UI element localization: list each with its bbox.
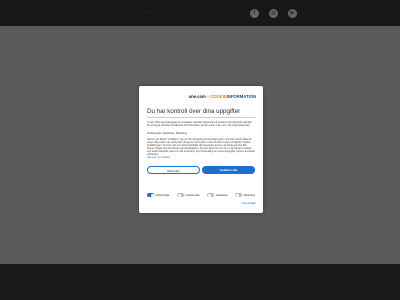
toggle-functional[interactable]: Funktionella (177, 193, 200, 197)
toggle-necessary[interactable]: Nödvändiga (147, 193, 169, 197)
purpose-toggles: Nödvändiga Funktionella Statistiska Mark… (147, 192, 255, 198)
cookie-info-link[interactable]: Läs mer om cookies (147, 156, 170, 159)
instagram-icon[interactable]: ◎ (269, 9, 278, 18)
divider (147, 117, 255, 118)
toggle-switch[interactable] (207, 193, 215, 197)
nav-dots: · · · (146, 10, 159, 16)
toggle-label: Funktionella (185, 193, 200, 197)
dialog-title: Du har kontroll över dina uppgifter (147, 108, 241, 115)
toggle-switch[interactable] (147, 193, 154, 197)
cookie-link-row: Läs mer om cookies (147, 156, 255, 159)
partner-logo-a: COOKIE (210, 94, 227, 99)
facebook-icon[interactable]: f (250, 9, 259, 18)
partner-logo: COOKIEINFORMATION (210, 94, 256, 99)
toggle-switch[interactable] (177, 193, 184, 197)
logo-plus: + (206, 94, 210, 99)
partner-logo-b: INFORMATION (226, 94, 256, 99)
brand-logo: one.com (188, 94, 206, 99)
reject-all-button[interactable]: Neka alla (147, 166, 200, 174)
intro-text: Vi och våra samarbetspartner använder te… (147, 121, 253, 128)
accept-all-button[interactable]: Godkänn alla (202, 166, 255, 174)
toggle-label: Nödvändiga (155, 193, 170, 197)
toggle-switch[interactable] (235, 193, 243, 197)
toggle-marketing[interactable]: Marketing (235, 193, 255, 197)
youtube-icon[interactable]: ▶ (288, 9, 297, 18)
footer-bar (0, 264, 400, 300)
consent-logo: one.com+COOKIEINFORMATION (189, 94, 256, 99)
toggle-statistics[interactable]: Statistiska (207, 193, 227, 197)
show-details-link[interactable]: Visa detaljer (242, 202, 256, 205)
cookie-consent-dialog: one.com+COOKIEINFORMATION Du har kontrol… (139, 86, 263, 213)
body-text: Genom att klicka "Godkänn" ger du ditt s… (147, 138, 255, 157)
purposes-text: Funktionella, Statistiska, Marketing (147, 132, 188, 135)
toggle-label: Marketing (243, 193, 255, 197)
toggle-label: Statistiska (215, 193, 228, 197)
top-bar: · · · f ◎ ▶ (0, 0, 400, 26)
